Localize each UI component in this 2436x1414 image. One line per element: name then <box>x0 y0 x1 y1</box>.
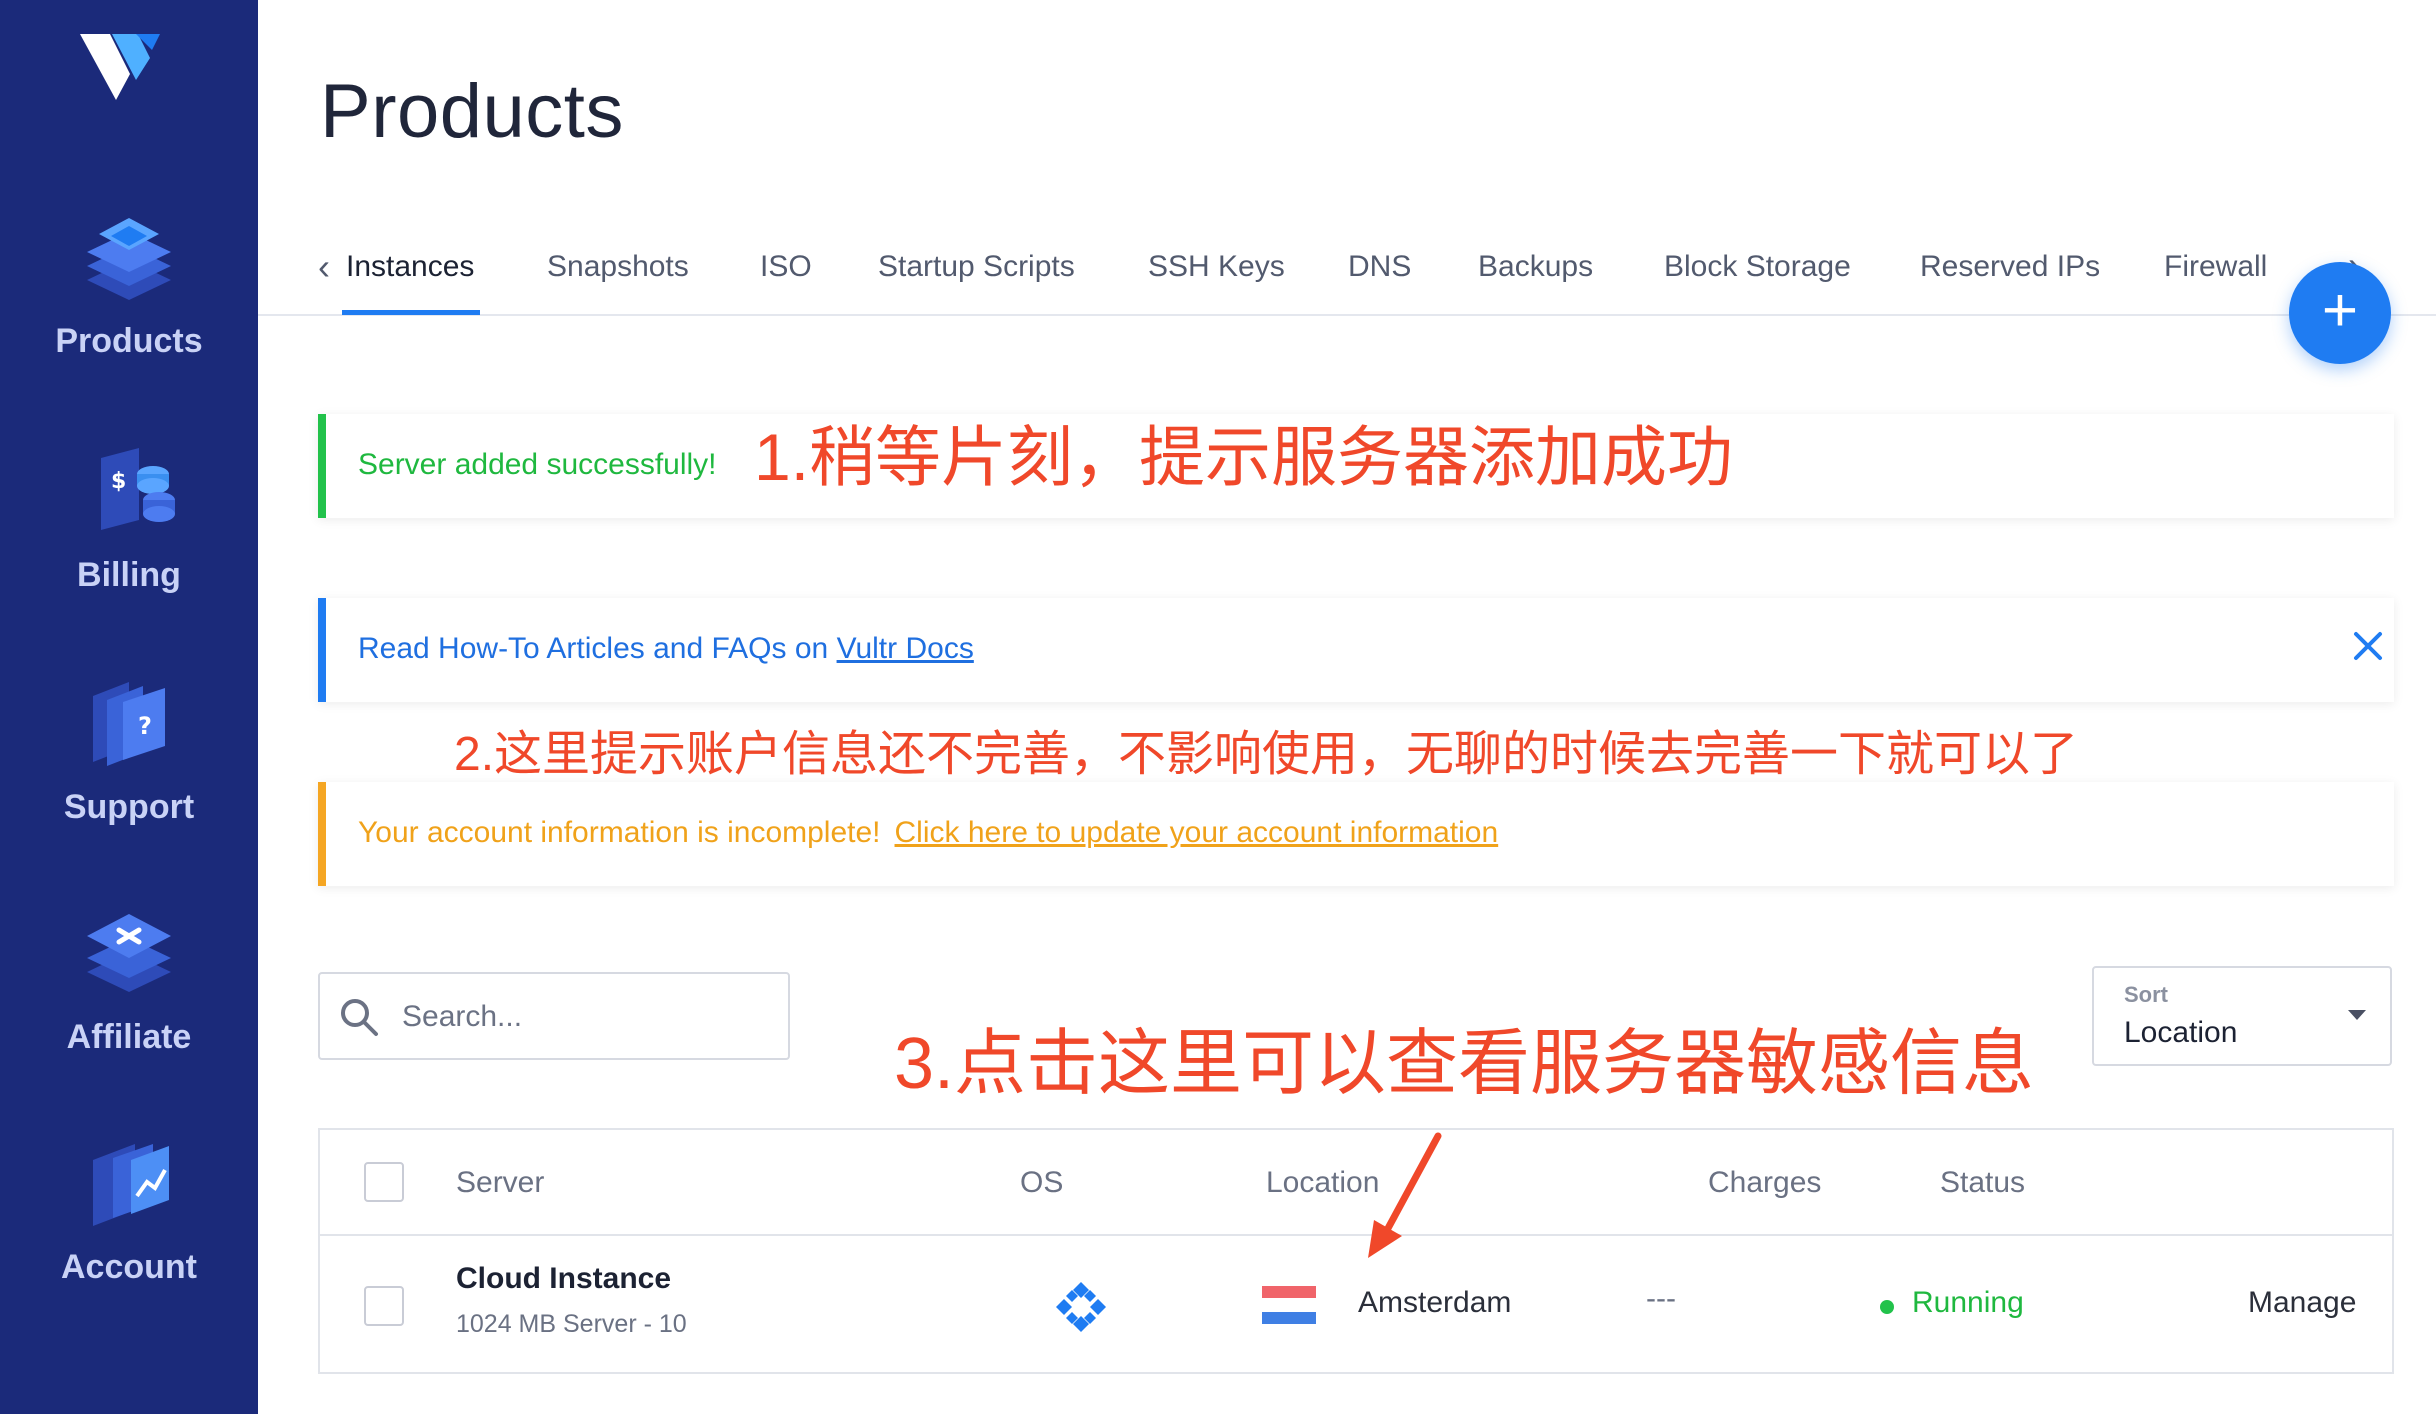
sidebar-item-billing[interactable]: $ Billing <box>0 438 258 595</box>
annotation-3: 3.点击这里可以查看服务器敏感信息 <box>894 1024 2035 1104</box>
tab-backups[interactable]: Backups <box>1478 250 1593 284</box>
info-alert: Read How-To Articles and FAQs on Vultr D… <box>318 598 2394 702</box>
os-icon[interactable] <box>1054 1280 1108 1334</box>
sort-label: Sort <box>2124 982 2168 1007</box>
alert-accent-bar <box>318 598 326 702</box>
sort-value: Location <box>2124 1016 2238 1049</box>
charges-text: --- <box>1646 1282 1676 1315</box>
update-account-link[interactable]: Click here to update your account inform… <box>895 816 1499 849</box>
annotation-1: 1.稍等片刻，提示服务器添加成功 <box>754 420 1734 494</box>
tabs-bar: ‹ Instances Snapshots ISO Startup Script… <box>258 230 2436 316</box>
sidebar-item-label: Billing <box>77 556 181 594</box>
manage-button[interactable]: Manage <box>2248 1286 2356 1320</box>
column-header-server[interactable]: Server <box>456 1166 544 1200</box>
status-indicator <box>1880 1300 1894 1314</box>
sidebar-item-affiliate[interactable]: Affiliate <box>0 900 258 1057</box>
svg-text:$: $ <box>111 469 126 494</box>
tab-prev-chevron-icon[interactable]: ‹ <box>318 246 330 288</box>
tab-dns[interactable]: DNS <box>1348 250 1411 284</box>
sidebar: Products $ Billing ? Support Affiliate A… <box>0 0 258 1414</box>
warning-message-text: Your account information is incomplete! <box>358 816 881 849</box>
tab-firewall[interactable]: Firewall <box>2164 250 2267 284</box>
row-checkbox[interactable] <box>364 1286 404 1326</box>
instances-table: Server OS Location Charges Status Cloud … <box>318 1128 2394 1374</box>
main-content: Products ‹ Instances Snapshots ISO Start… <box>258 0 2436 1414</box>
netherlands-flag-icon <box>1262 1286 1316 1324</box>
account-icon <box>93 1144 169 1226</box>
tab-ssh-keys[interactable]: SSH Keys <box>1148 250 1285 284</box>
status-badge: Running <box>1912 1286 2024 1319</box>
tab-active-indicator <box>342 310 480 315</box>
vultr-logo[interactable] <box>76 30 166 110</box>
warning-alert: Your account information is incomplete! C… <box>318 782 2394 886</box>
sidebar-item-account[interactable]: Account <box>0 1130 258 1287</box>
tab-snapshots[interactable]: Snapshots <box>547 250 689 284</box>
tab-iso[interactable]: ISO <box>760 250 812 284</box>
affiliate-icon <box>87 914 171 992</box>
annotation-2: 2.这里提示账户信息还不完善，不影响使用，无聊的时候去完善一下就可以了 <box>454 728 2079 781</box>
location-text: Amsterdam <box>1358 1286 1512 1319</box>
column-header-charges[interactable]: Charges <box>1708 1166 1821 1200</box>
sidebar-item-label: Products <box>55 322 203 360</box>
vultr-docs-link[interactable]: Vultr Docs <box>837 632 974 665</box>
products-icon <box>87 218 171 300</box>
sidebar-item-label: Account <box>61 1248 197 1286</box>
table-header: Server OS Location Charges Status <box>320 1130 2392 1236</box>
sidebar-item-support[interactable]: ? Support <box>0 670 258 827</box>
alert-accent-bar <box>318 782 326 886</box>
annotation-arrow-icon <box>1368 1132 1442 1258</box>
sort-select[interactable]: Sort Location <box>2092 966 2392 1066</box>
server-name[interactable]: Cloud Instance <box>456 1262 671 1296</box>
page-title: Products <box>320 69 624 154</box>
info-message: Read How-To Articles and FAQs on Vultr D… <box>358 632 974 666</box>
table-row[interactable]: Cloud Instance 1024 MB Server - 10 Amste… <box>320 1238 2392 1374</box>
search-icon <box>341 999 378 1036</box>
column-header-os[interactable]: OS <box>1020 1166 1063 1200</box>
warning-message: Your account information is incomplete! C… <box>358 816 1498 850</box>
server-details: 1024 MB Server - 10 <box>456 1310 687 1338</box>
info-message-text: Read How-To Articles and FAQs on <box>358 632 837 665</box>
billing-icon: $ <box>101 448 175 530</box>
support-icon: ? <box>93 682 165 766</box>
sidebar-item-label: Support <box>63 788 195 826</box>
alert-accent-bar <box>318 414 326 518</box>
close-icon[interactable] <box>2348 626 2388 666</box>
chevron-down-icon <box>2348 1010 2366 1020</box>
tab-instances[interactable]: Instances <box>346 250 474 284</box>
search-placeholder: Search... <box>402 1000 523 1033</box>
search-input[interactable]: Search... <box>318 972 790 1060</box>
svg-text:?: ? <box>138 712 152 740</box>
select-all-checkbox[interactable] <box>364 1162 404 1202</box>
tab-startup-scripts[interactable]: Startup Scripts <box>878 250 1075 284</box>
sidebar-item-products[interactable]: Products <box>0 204 258 361</box>
tab-block-storage[interactable]: Block Storage <box>1664 250 1851 284</box>
tab-reserved-ips[interactable]: Reserved IPs <box>1920 250 2100 284</box>
app-root: Products $ Billing ? Support Affiliate A… <box>0 0 2436 1414</box>
sidebar-item-label: Affiliate <box>66 1018 192 1056</box>
column-header-status[interactable]: Status <box>1940 1166 2025 1200</box>
add-product-button[interactable]: + <box>2289 262 2391 364</box>
success-message: Server added successfully! <box>358 448 717 481</box>
